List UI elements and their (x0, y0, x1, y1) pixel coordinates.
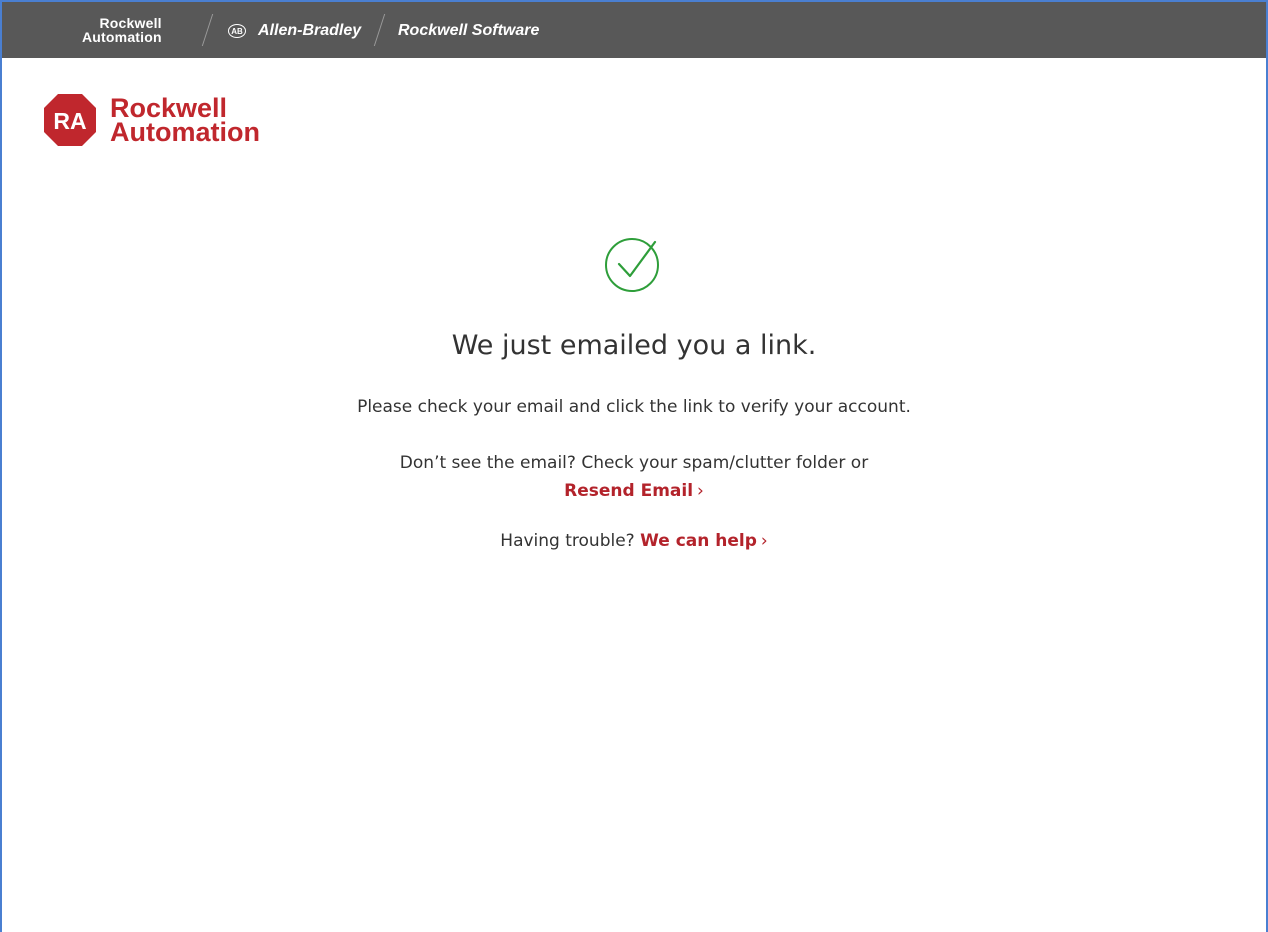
brand-divider (373, 14, 386, 46)
brand-divider (201, 14, 214, 46)
logo-line2: Automation (110, 117, 260, 147)
rockwell-software-brand-link[interactable]: Rockwell Software (398, 22, 539, 40)
brand-ra-line2: Automation (82, 29, 162, 45)
spam-hint-text: Don’t see the email? Check your spam/clu… (399, 453, 869, 473)
allen-bradley-badge-icon: AB (228, 24, 246, 38)
page-title: We just emailed you a link. (451, 330, 817, 361)
verify-message: Please check your email and click the li… (357, 397, 911, 417)
ra-logo-mark-text: RA (53, 108, 86, 134)
ra-logo-icon: RA (44, 94, 96, 146)
help-hint-text: Having trouble? (500, 531, 635, 551)
resend-email-link[interactable]: Resend Email › (564, 481, 704, 501)
help-link-label: We can help (640, 531, 757, 551)
chevron-right-icon: › (760, 531, 768, 551)
resend-email-label: Resend Email (564, 481, 694, 501)
chevron-right-icon: › (697, 481, 704, 501)
rockwell-automation-logo[interactable]: RA Rockwell Automation (42, 92, 260, 148)
brand-bar: Rockwell Automation AB Allen-Bradley Roc… (2, 2, 1266, 58)
spam-hint: Don’t see the email? Check your spam/clu… (399, 449, 869, 505)
confirmation-panel: We just emailed you a link. Please check… (2, 232, 1266, 551)
rockwell-automation-brand-link[interactable]: Rockwell Automation (82, 16, 162, 44)
page-frame: Rockwell Automation AB Allen-Bradley Roc… (0, 0, 1268, 932)
logo-wordmark: Rockwell Automation (110, 95, 260, 147)
check-circle-icon (605, 238, 659, 292)
allen-bradley-brand-link[interactable]: Allen-Bradley (258, 22, 361, 40)
help-link[interactable]: We can help › (640, 531, 768, 551)
help-hint: Having trouble? We can help › (2, 531, 1266, 551)
